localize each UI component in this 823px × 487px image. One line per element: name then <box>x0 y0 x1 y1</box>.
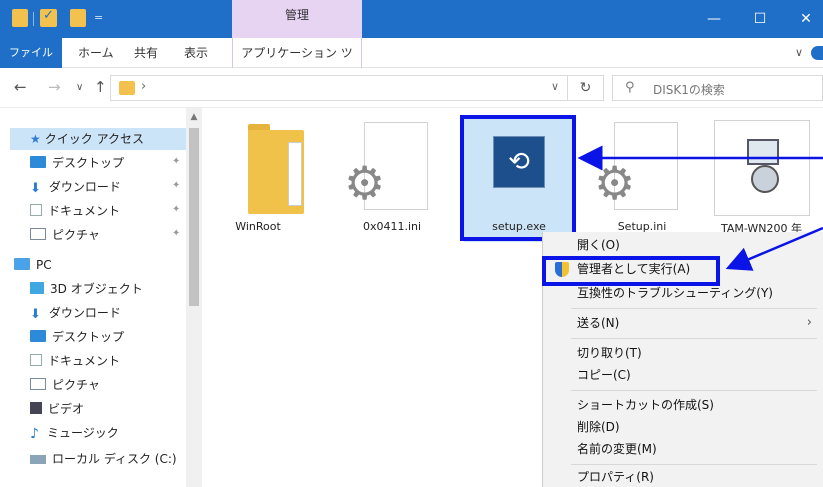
arrow-to-run-as-admin <box>725 226 823 271</box>
annotation-arrows <box>577 145 823 271</box>
